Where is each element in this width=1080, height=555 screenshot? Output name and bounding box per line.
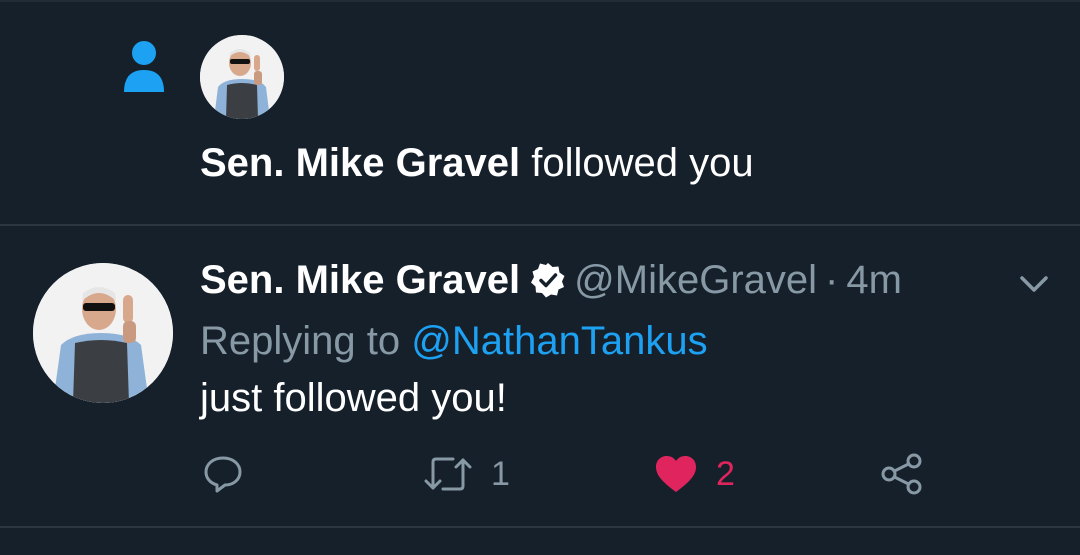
- follower-avatar[interactable]: [200, 35, 284, 119]
- bottom-divider: [0, 526, 1080, 528]
- reply-button[interactable]: [203, 452, 261, 496]
- person-icon: [124, 41, 164, 92]
- top-divider: [0, 0, 1080, 2]
- avatar-photo: [200, 35, 284, 119]
- header-separator: ·: [825, 258, 839, 302]
- chevron-down-icon[interactable]: [1018, 272, 1050, 296]
- section-divider: [0, 224, 1080, 226]
- tweet-text: just followed you!: [200, 376, 507, 420]
- tweet-author-name[interactable]: Sen. Mike Gravel: [200, 257, 520, 303]
- tweet-author-handle[interactable]: @MikeGravel: [574, 257, 817, 303]
- follower-name[interactable]: Sen. Mike Gravel: [200, 141, 520, 185]
- avatar-photo: [33, 263, 173, 403]
- follow-notification-text: Sen. Mike Gravel followed you: [200, 140, 754, 186]
- tweet-author-avatar[interactable]: [33, 263, 173, 403]
- replying-to-line: Replying to @NathanTankus: [200, 318, 708, 364]
- like-button[interactable]: 2: [654, 452, 735, 496]
- verified-badge-icon: [531, 263, 565, 298]
- like-count: 2: [716, 455, 735, 493]
- share-button[interactable]: [880, 452, 924, 496]
- retweet-count: 1: [491, 455, 510, 493]
- reply-mention-link[interactable]: @NathanTankus: [411, 319, 707, 363]
- tweet-header: Sen. Mike Gravel @MikeGravel · 4m: [200, 257, 902, 303]
- reply-icon: [204, 456, 242, 493]
- heart-icon: [656, 456, 696, 492]
- retweet-icon: [424, 457, 472, 491]
- share-icon: [881, 453, 922, 495]
- tweet-timestamp[interactable]: 4m: [846, 257, 902, 303]
- retweet-button[interactable]: 1: [423, 452, 510, 496]
- follow-action-text: followed you: [520, 141, 754, 185]
- replying-to-label: Replying to: [200, 319, 412, 363]
